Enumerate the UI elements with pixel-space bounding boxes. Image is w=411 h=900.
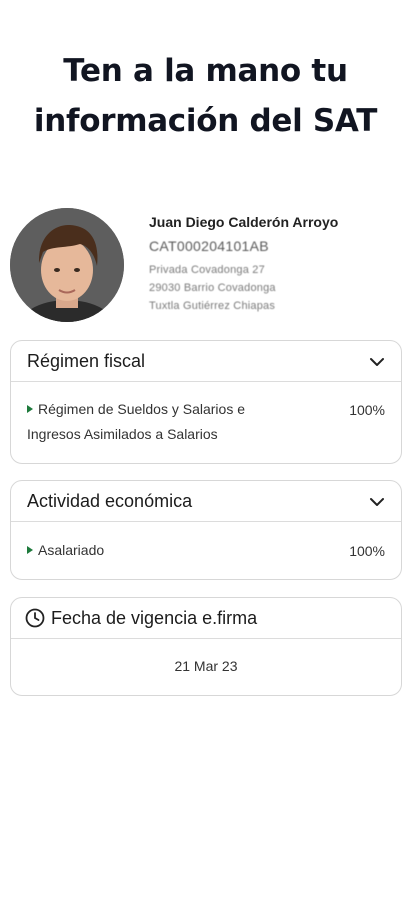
- profile-rfc: CAT000204101AB: [149, 238, 269, 254]
- headline: Ten a la mano tu información del SAT: [0, 46, 411, 146]
- fecha-vigencia-header: Fecha de vigencia e.firma: [11, 598, 401, 639]
- regimen-fiscal-card: Régimen fiscal Régimen de Sueldos y Sala…: [10, 340, 402, 464]
- clock-icon: [25, 608, 45, 628]
- fecha-vigencia-body: 21 Mar 23: [11, 639, 401, 695]
- actividad-economica-body: Asalariado 100%: [11, 522, 401, 579]
- bullet-icon: [27, 546, 33, 554]
- regimen-fiscal-body: Régimen de Sueldos y Salarios e Ingresos…: [11, 382, 401, 463]
- profile-address-line-1: Privada Covadonga 27: [149, 264, 265, 276]
- actividad-item-label: Asalariado: [38, 542, 105, 558]
- regimen-item-line-2: Ingresos Asimilados a Salarios: [27, 426, 218, 442]
- actividad-item: Asalariado: [27, 538, 104, 563]
- fecha-vigencia-title: Fecha de vigencia e.firma: [51, 607, 258, 628]
- profile-section: Juan Diego Calderón Arroyo CAT000204101A…: [10, 208, 400, 326]
- chevron-down-icon[interactable]: [367, 352, 387, 372]
- regimen-item: Régimen de Sueldos y Salarios e Ingresos…: [27, 397, 245, 447]
- avatar-photo: [10, 208, 124, 322]
- actividad-percent: 100%: [349, 543, 385, 559]
- regimen-percent: 100%: [349, 402, 385, 418]
- regimen-fiscal-header[interactable]: Régimen fiscal: [11, 341, 401, 382]
- profile-address-line-3: Tuxtla Gutiérrez Chiapas: [149, 300, 276, 312]
- regimen-fiscal-title: Régimen fiscal: [27, 350, 146, 371]
- profile-address-line-2: 29030 Barrio Covadonga: [149, 282, 276, 294]
- chevron-down-icon[interactable]: [367, 492, 387, 512]
- fecha-vigencia-card: Fecha de vigencia e.firma 21 Mar 23: [10, 597, 402, 696]
- regimen-item-line-1: Régimen de Sueldos y Salarios e: [38, 401, 246, 417]
- bullet-icon: [27, 405, 33, 413]
- fecha-vigencia-date: 21 Mar 23: [174, 658, 238, 674]
- actividad-economica-header[interactable]: Actividad económica: [11, 481, 401, 522]
- actividad-economica-card: Actividad económica Asalariado 100%: [10, 480, 402, 580]
- avatar: [10, 208, 124, 322]
- profile-name: Juan Diego Calderón Arroyo: [149, 214, 339, 230]
- headline-line-2: información del SAT: [33, 103, 378, 139]
- actividad-economica-title: Actividad económica: [27, 490, 193, 511]
- headline-line-1: Ten a la mano tu: [63, 53, 348, 89]
